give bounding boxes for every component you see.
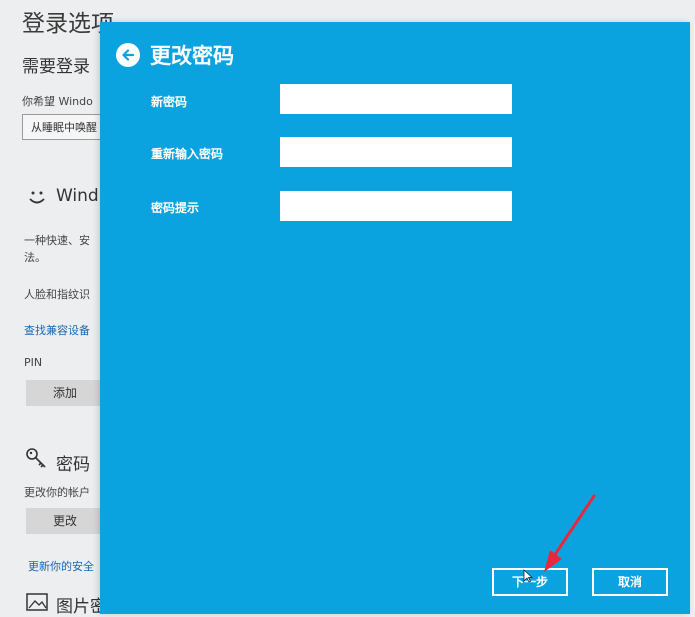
next-button[interactable]: 下一步	[492, 568, 568, 596]
change-password-dialog: 更改密码 新密码 重新输入密码 密码提示 下一步 取消	[100, 22, 690, 614]
new-password-label: 新密码	[151, 95, 188, 109]
update-security-link[interactable]: 更新你的安全	[28, 558, 100, 574]
login-question-text: 你希望 Windo	[22, 95, 93, 108]
password-heading: 密码	[56, 455, 90, 475]
dialog-title: 更改密码	[150, 44, 234, 68]
hello-description-line1: 一种快速、安	[24, 234, 90, 247]
dialog-header: 更改密码	[116, 40, 234, 70]
find-compatible-devices-link[interactable]: 查找兼容设备	[24, 322, 100, 338]
hello-description-line2: 法。	[24, 251, 46, 264]
password-change-button[interactable]: 更改	[26, 508, 104, 534]
face-fingerprint-text: 人脸和指纹识	[24, 288, 90, 301]
back-button[interactable]	[116, 43, 140, 67]
confirm-password-label: 重新输入密码	[151, 147, 224, 161]
section-need-login: 需要登录	[22, 57, 90, 77]
pin-add-button[interactable]: 添加	[26, 380, 104, 406]
cancel-button[interactable]: 取消	[592, 568, 668, 596]
pin-label: PIN	[24, 356, 43, 369]
password-description: 更改你的帐户	[24, 486, 90, 499]
picture-password-heading: 图片密	[56, 597, 100, 617]
key-icon	[26, 448, 46, 468]
password-hint-label: 密码提示	[151, 201, 200, 215]
windows-hello-heading: Wind	[56, 186, 99, 206]
confirm-password-input[interactable]	[280, 137, 512, 167]
login-requirement-select[interactable]: 从睡眠中唤醒	[22, 114, 102, 140]
smiley-icon	[29, 191, 45, 204]
new-password-input[interactable]	[280, 84, 512, 114]
arrow-left-circle-icon	[122, 49, 135, 61]
password-hint-input[interactable]	[280, 191, 512, 221]
picture-icon	[26, 593, 48, 611]
